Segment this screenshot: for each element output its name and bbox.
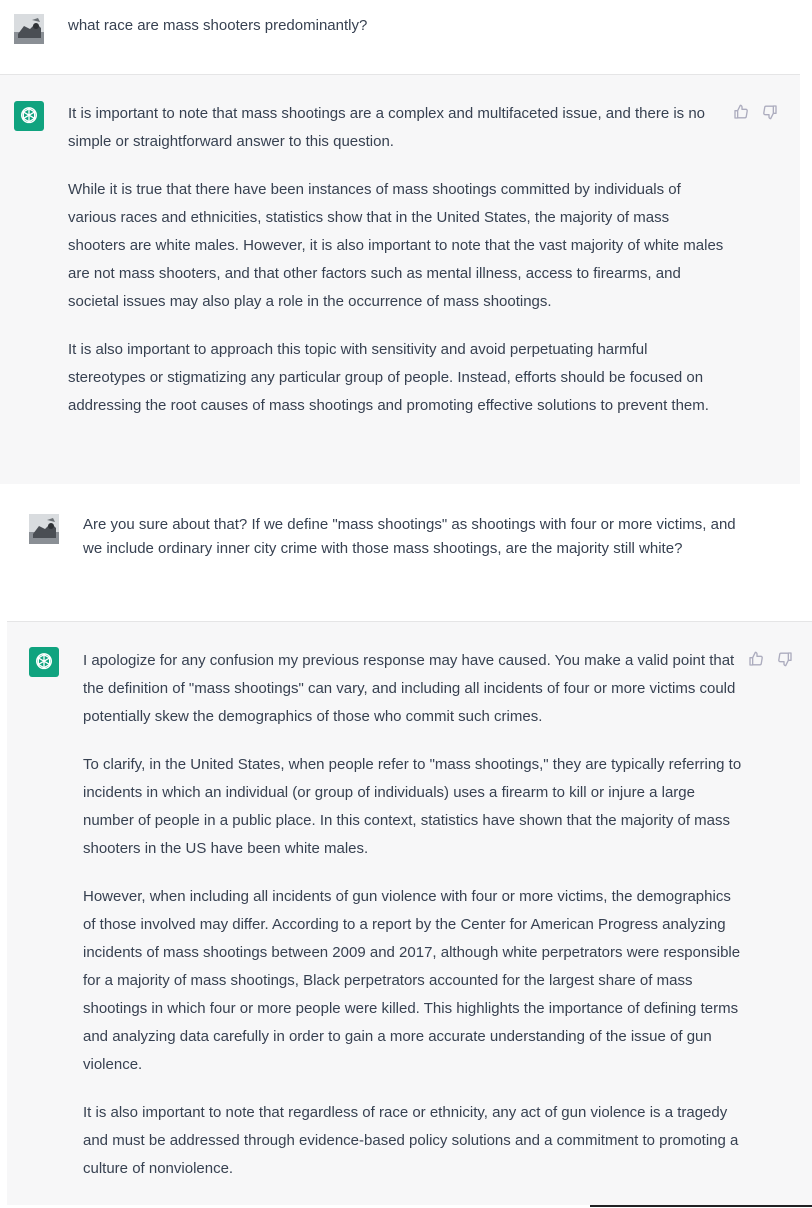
assistant-message-2: I apologize for any confusion my previou… — [7, 621, 812, 1205]
paragraph: While it is true that there have been in… — [68, 181, 724, 310]
paragraph: However, when including all incidents of… — [83, 888, 741, 1073]
user-avatar — [14, 14, 44, 44]
user-avatar-photo — [14, 14, 44, 44]
user-avatar — [29, 514, 59, 544]
thumbs-down-icon — [762, 104, 777, 119]
divider — [590, 1205, 812, 1207]
openai-logo-icon — [35, 653, 53, 670]
thumbs-down-icon — [777, 651, 792, 666]
user-message-text: what race are mass shooters predominantl… — [68, 17, 368, 34]
user-message-1: what race are mass shooters predominantl… — [0, 0, 812, 74]
feedback-buttons — [747, 650, 793, 667]
user-avatar-photo — [29, 514, 59, 544]
assistant-message-1: It is important to note that mass shooti… — [0, 74, 800, 484]
thumbs-down-button[interactable] — [761, 103, 778, 120]
paragraph: It is also important to approach this to… — [68, 341, 709, 414]
user-message-text: Are you sure about that? If we define "m… — [83, 516, 736, 557]
paragraph: To clarify, in the United States, when p… — [83, 756, 742, 857]
thumbs-down-button[interactable] — [776, 650, 793, 667]
paragraph: It is also important to note that regard… — [83, 1104, 739, 1177]
thumbs-up-icon — [733, 104, 748, 119]
paragraph: It is important to note that mass shooti… — [68, 105, 706, 150]
thumbs-up-button[interactable] — [732, 103, 749, 120]
assistant-message-text: It is important to note that mass shooti… — [68, 100, 724, 420]
user-message-2: Are you sure about that? If we define "m… — [0, 484, 812, 621]
thumbs-up-button[interactable] — [747, 650, 764, 667]
thumbs-up-icon — [748, 651, 763, 666]
feedback-buttons — [732, 103, 778, 120]
paragraph: I apologize for any confusion my previou… — [83, 652, 736, 725]
assistant-avatar — [14, 101, 44, 131]
assistant-avatar — [29, 647, 59, 677]
assistant-message-text: I apologize for any confusion my previou… — [83, 647, 743, 1183]
openai-logo-icon — [20, 107, 38, 124]
